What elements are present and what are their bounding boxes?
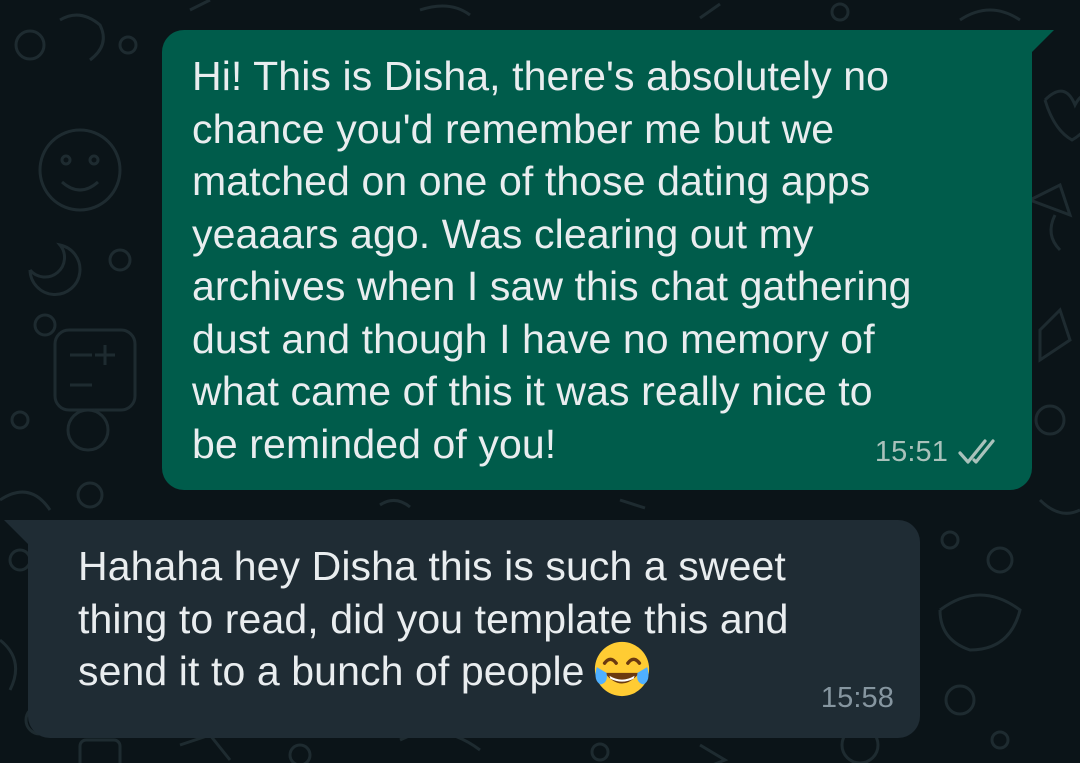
outgoing-message-meta: 15:51 [875, 426, 1002, 479]
incoming-message-text: Hahaha hey Disha this is such a sweet th… [78, 540, 870, 700]
double-check-icon [958, 439, 995, 464]
outgoing-bubble-tail [1030, 30, 1054, 54]
incoming-message-bubble[interactable]: Hahaha hey Disha this is such a sweet th… [28, 520, 920, 738]
tears-of-joy-emoji [594, 642, 649, 697]
outgoing-message-bubble[interactable]: Hi! This is Disha, there's absolutely no… [162, 30, 1032, 490]
outgoing-message-time: 15:51 [874, 435, 948, 468]
incoming-message-meta: 15:58 [821, 672, 894, 725]
incoming-message-time: 15:58 [820, 681, 894, 714]
incoming-message-body: Hahaha hey Disha this is such a sweet th… [78, 543, 789, 694]
incoming-bubble-tail [4, 520, 28, 544]
outgoing-message-text: Hi! This is Disha, there's absolutely no… [192, 53, 912, 467]
